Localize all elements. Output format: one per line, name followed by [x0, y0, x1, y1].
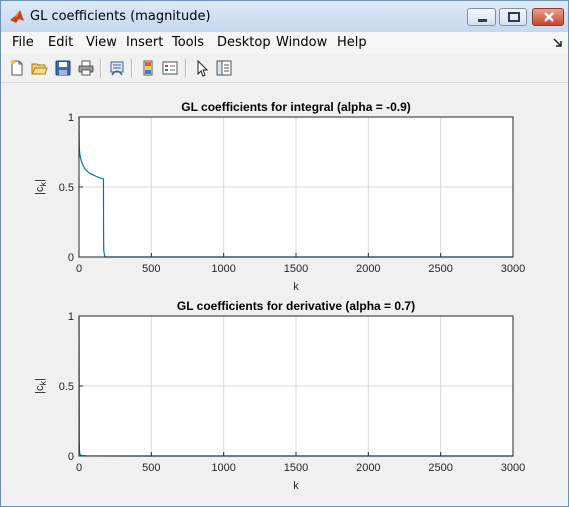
y-tick-label: 1	[68, 311, 74, 323]
insert-legend-icon[interactable]	[161, 59, 179, 77]
y-axis-label: |ck|	[34, 378, 48, 394]
menu-view[interactable]: View	[86, 35, 117, 50]
minimize-icon	[478, 19, 487, 22]
save-icon[interactable]	[54, 59, 72, 77]
link-plot-icon[interactable]	[108, 59, 126, 77]
x-tick-label: 1500	[284, 462, 308, 474]
x-tick-label: 2000	[356, 462, 380, 474]
dock-arrow-icon[interactable]	[553, 38, 563, 48]
x-tick-label: 2000	[356, 263, 380, 275]
maximize-button[interactable]	[499, 8, 527, 26]
edit-plot-icon[interactable]	[193, 59, 211, 77]
y-tick-label: 1	[68, 112, 74, 124]
x-tick-label: 0	[76, 462, 82, 474]
toolbar-separator	[185, 59, 187, 78]
close-icon	[544, 12, 554, 22]
chart-title: GL coefficients for derivative (alpha = …	[177, 299, 415, 313]
title-bar[interactable]: GL coefficients (magnitude)	[1, 1, 568, 33]
y-axis-label: |ck|	[34, 179, 48, 195]
new-figure-icon[interactable]	[8, 59, 26, 77]
x-tick-label: 500	[142, 263, 160, 275]
chart-title: GL coefficients for integral (alpha = -0…	[181, 100, 411, 114]
x-tick-label: 0	[76, 263, 82, 275]
print-icon[interactable]	[77, 59, 95, 77]
y-tick-label: 0.5	[59, 182, 74, 194]
property-inspector-icon[interactable]	[215, 59, 233, 77]
y-tick-label: 0	[68, 451, 74, 463]
menu-bar: File Edit View Insert Tools Desktop Wind…	[1, 32, 568, 54]
toolbar	[1, 55, 568, 83]
menu-edit[interactable]: Edit	[48, 35, 73, 50]
close-button[interactable]	[532, 8, 564, 26]
x-tick-label: 1500	[284, 263, 308, 275]
minimize-button[interactable]	[467, 8, 496, 26]
menu-window[interactable]: Window	[276, 35, 327, 50]
window-title: GL coefficients (magnitude)	[30, 9, 211, 24]
x-tick-label: 3000	[501, 263, 525, 275]
plots-svg: 0 500 1000 1500 2000 2500 300000.51GL coeffici…	[34, 100, 525, 492]
menu-desktop[interactable]: Desktop	[217, 35, 271, 50]
y-tick-label: 0	[68, 252, 74, 264]
x-axis-label: k	[293, 281, 299, 293]
x-tick-label: 2500	[428, 263, 452, 275]
x-tick-label: 500	[142, 462, 160, 474]
menu-insert[interactable]: Insert	[126, 35, 163, 50]
maximize-icon	[508, 12, 520, 22]
x-tick-label: 2500	[428, 462, 452, 474]
y-tick-label: 0.5	[59, 381, 74, 393]
x-tick-label: 3000	[501, 462, 525, 474]
x-tick-label: 1000	[211, 462, 235, 474]
menu-help[interactable]: Help	[337, 35, 367, 50]
toolbar-separator	[131, 59, 133, 78]
menu-tools[interactable]: Tools	[172, 35, 204, 50]
figure-window: GL coefficients (magnitude) File Edit Vi…	[0, 0, 569, 507]
open-file-icon[interactable]	[30, 59, 48, 77]
menu-file[interactable]: File	[12, 35, 34, 50]
x-axis-label: k	[293, 480, 299, 492]
matlab-logo-icon	[10, 10, 24, 23]
insert-colorbar-icon[interactable]	[139, 59, 157, 77]
x-tick-label: 1000	[211, 263, 235, 275]
toolbar-separator	[100, 59, 102, 78]
figure-canvas: 0 500 1000 1500 2000 2500 3000 0 0.5 1 GL coeffici…	[1, 83, 568, 506]
